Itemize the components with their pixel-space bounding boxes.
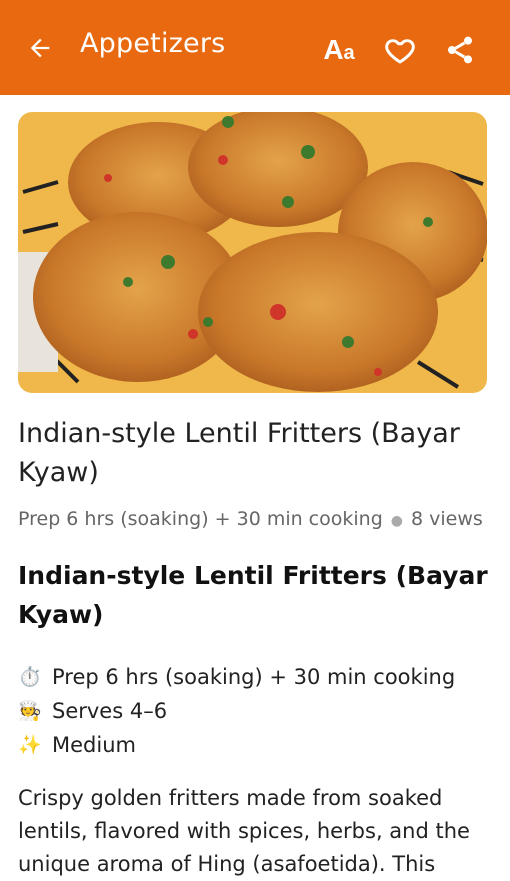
- fact-text: Medium: [52, 733, 136, 757]
- lentil-fritters-in-basket-photo: [18, 112, 487, 393]
- recipe-title: Indian-style Lentil Fritters (Bayar Kyaw…: [18, 418, 460, 488]
- sparkles-icon: ✨: [18, 734, 42, 756]
- fact-prep-time: ⏱️ Prep 6 hrs (soaking) + 30 min cooking: [18, 660, 498, 694]
- app-bar: Appetizers Aa: [0, 0, 510, 95]
- recipe-facts: ⏱️ Prep 6 hrs (soaking) + 30 min cooking…: [18, 660, 498, 762]
- fact-text: Serves 4–6: [52, 699, 168, 723]
- recipe-time: Prep 6 hrs (soaking) + 30 min cooking: [18, 508, 383, 530]
- recipe-hero-image: [18, 112, 487, 393]
- font-size-icon-small: a: [343, 41, 355, 64]
- fact-text: Prep 6 hrs (soaking) + 30 min cooking: [52, 665, 456, 689]
- font-size-icon-big: A: [323, 34, 344, 65]
- recipe-views: 8 views: [411, 508, 483, 530]
- share-button[interactable]: [440, 30, 480, 70]
- share-icon: [448, 36, 472, 64]
- favorite-button[interactable]: [380, 30, 420, 70]
- page-title: Appetizers: [80, 28, 226, 59]
- recipe-meta: Prep 6 hrs (soaking) + 30 min cooking ● 8 …: [18, 508, 498, 530]
- recipe-description: Crispy golden fritters made from soaked …: [18, 786, 470, 876]
- stopwatch-icon: ⏱️: [18, 666, 42, 688]
- meta-separator-dot: ●: [390, 513, 403, 529]
- recipe-heading: Indian-style Lentil Fritters (Bayar Kyaw…: [18, 561, 488, 629]
- arrow-left-icon: [30, 38, 50, 58]
- font-size-button[interactable]: Aa: [318, 30, 360, 70]
- fact-servings: 🧑‍🍳 Serves 4–6: [18, 694, 498, 728]
- cook-icon: 🧑‍🍳: [18, 700, 42, 722]
- fact-difficulty: ✨ Medium: [18, 728, 498, 762]
- heart-outline-icon: [385, 39, 415, 64]
- back-button[interactable]: [22, 30, 58, 66]
